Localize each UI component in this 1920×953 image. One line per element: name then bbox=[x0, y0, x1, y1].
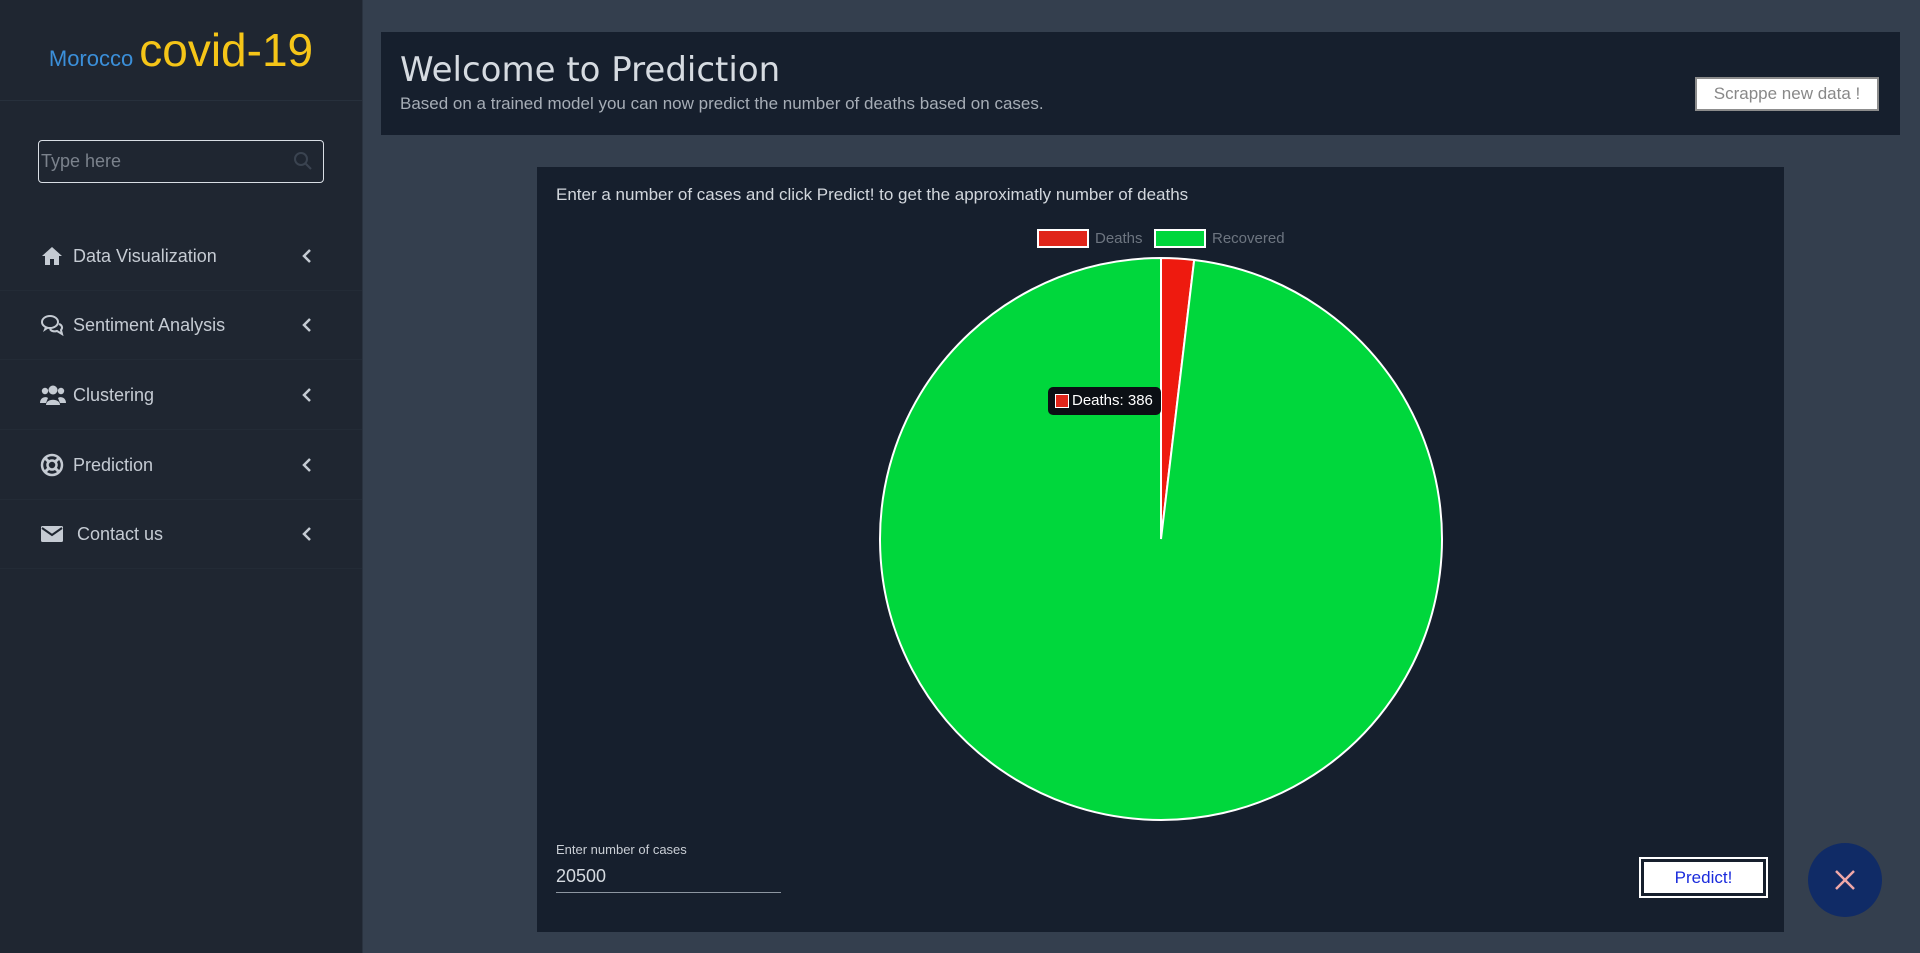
sidebar-item-contact-us[interactable]: Contact us bbox=[0, 500, 362, 569]
sidebar-item-label: Data Visualization bbox=[73, 246, 217, 266]
search-icon[interactable] bbox=[293, 151, 313, 176]
brand-country: Morocco bbox=[48, 46, 134, 71]
sidebar-item-prediction[interactable]: Prediction bbox=[0, 431, 362, 500]
cases-input[interactable] bbox=[556, 860, 781, 893]
prediction-panel: Enter a number of cases and click Predic… bbox=[537, 167, 1784, 932]
predict-button[interactable]: Predict! bbox=[1639, 857, 1768, 898]
pie-slice-recovered[interactable] bbox=[879, 256, 1443, 821]
chart-tooltip: Deaths: 386 bbox=[1048, 387, 1161, 415]
sidebar-item-label: Sentiment Analysis bbox=[73, 315, 226, 335]
chevron-left-icon bbox=[300, 247, 314, 268]
brand-name: covid-19 bbox=[139, 24, 314, 76]
sidebar-item-label: Contact us bbox=[77, 524, 164, 544]
sidebar: Moroccocovid-19 Data Visualization Senti… bbox=[0, 0, 363, 953]
tooltip-text: Deaths: 386 bbox=[1072, 392, 1153, 409]
search-input[interactable] bbox=[39, 141, 281, 182]
users-icon bbox=[40, 383, 66, 407]
page-title: Welcome to Prediction bbox=[400, 50, 781, 90]
pie-chart[interactable] bbox=[537, 167, 1784, 827]
chevron-left-icon bbox=[300, 386, 314, 407]
sidebar-item-data-visualization[interactable]: Data Visualization bbox=[0, 222, 362, 291]
chevron-left-icon bbox=[300, 525, 314, 546]
scrape-new-data-button[interactable]: Scrappe new data ! bbox=[1695, 77, 1879, 111]
chevron-left-icon bbox=[300, 456, 314, 477]
life-ring-icon bbox=[40, 453, 64, 477]
search-box bbox=[38, 140, 324, 183]
comments-icon bbox=[40, 313, 64, 337]
brand-logo[interactable]: Morocco covid-19 bbox=[0, 0, 362, 101]
sidebar-item-label: Prediction bbox=[73, 455, 154, 475]
cases-field-label: Enter number of cases bbox=[556, 842, 687, 857]
sidebar-item-label: Clustering bbox=[73, 385, 155, 405]
page-subtitle: Based on a trained model you can now pre… bbox=[400, 94, 1044, 113]
page-header: Welcome to Prediction Based on a trained… bbox=[381, 32, 1900, 135]
envelope-icon bbox=[40, 522, 64, 546]
sidebar-item-clustering[interactable]: Clustering bbox=[0, 361, 362, 430]
sidebar-item-sentiment-analysis[interactable]: Sentiment Analysis bbox=[0, 291, 362, 360]
close-fab-button[interactable] bbox=[1808, 843, 1882, 917]
home-icon bbox=[40, 244, 64, 268]
chevron-left-icon bbox=[300, 316, 314, 337]
tooltip-swatch bbox=[1055, 394, 1069, 408]
